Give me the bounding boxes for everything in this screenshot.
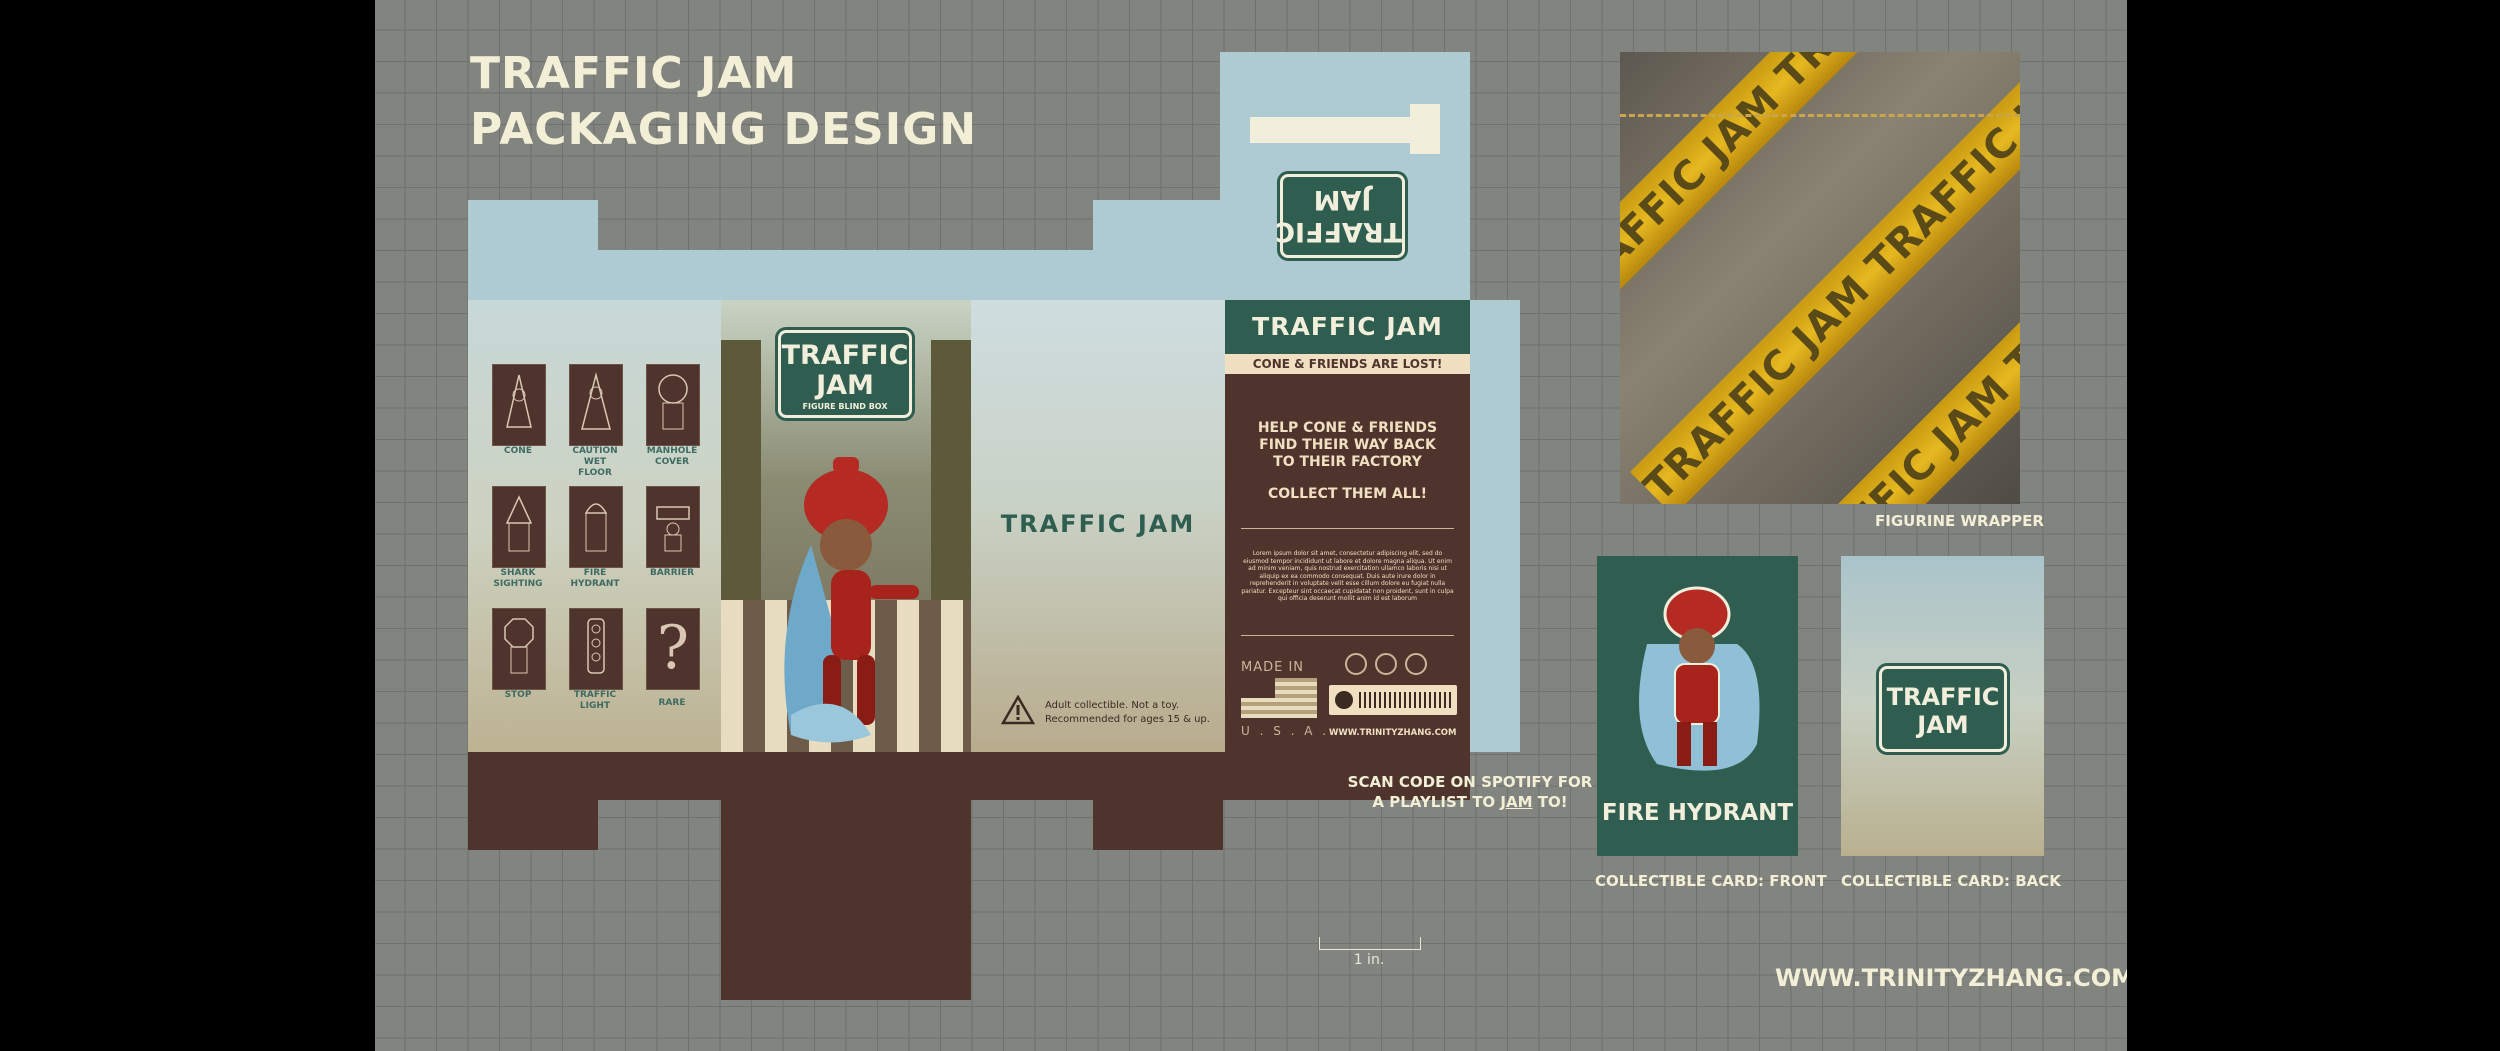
character-label-rare: RARE bbox=[658, 698, 686, 708]
wet-floor-figure-icon bbox=[581, 372, 611, 430]
stop-figure-icon bbox=[504, 618, 534, 674]
character-fire-hydrant bbox=[569, 486, 623, 568]
front-logo: TRAFFIC JAM FIGURE BLIND BOX bbox=[778, 330, 912, 418]
fire-hydrant-character-icon bbox=[784, 457, 919, 743]
wrapper-label: FIGURINE WRAPPER bbox=[1875, 512, 2044, 530]
page-title: TRAFFIC JAM PACKAGING DESIGN bbox=[470, 46, 977, 158]
character-rare: ? bbox=[646, 608, 700, 690]
bottom-flap-lid bbox=[721, 752, 971, 1000]
title-line2: PACKAGING DESIGN bbox=[470, 104, 978, 155]
usa-text: U . S . A . bbox=[1241, 724, 1330, 738]
cone-figure-icon bbox=[506, 374, 532, 428]
character-stop bbox=[492, 608, 546, 690]
lorem-text: Lorem ipsum dolor sit amet, consectetur … bbox=[1241, 550, 1454, 602]
barrier-figure-icon bbox=[656, 506, 690, 552]
site-url[interactable]: WWW.TRINITYZHANG.COM bbox=[1775, 964, 2127, 992]
front-logo-line1: TRAFFIC bbox=[781, 340, 909, 371]
help-line2: FIND THEIR WAY BACK bbox=[1259, 437, 1436, 453]
help-line3: TO THEIR FACTORY bbox=[1273, 454, 1422, 470]
top-flap-logo: TRAFFIC JAM bbox=[1275, 174, 1405, 258]
character-label-stop: STOP bbox=[504, 690, 532, 700]
character-label-cone: CONE bbox=[504, 446, 532, 456]
divider-top bbox=[1241, 528, 1454, 529]
character-cone bbox=[492, 364, 546, 446]
card-back-logo: TRAFFIC JAM bbox=[1879, 666, 2007, 752]
circle-icon-1 bbox=[1345, 653, 1367, 675]
help-line1: HELP CONE & FRIENDS bbox=[1257, 420, 1438, 436]
top-flap-mid bbox=[1093, 200, 1228, 300]
characters-panel: CONE CAUTION WET FLOOR MANHOLE COVER SHA… bbox=[468, 300, 721, 752]
character-label-caution: CAUTION WET FLOOR bbox=[572, 446, 618, 478]
circle-icon-3 bbox=[1405, 653, 1427, 675]
top-flap-logo-line2: JAM bbox=[1313, 184, 1372, 215]
side-glue-flap bbox=[1470, 300, 1520, 752]
back-help-text: HELP CONE & FRIENDS FIND THEIR WAY BACK … bbox=[1225, 420, 1470, 471]
collectible-card-back: TRAFFIC JAM bbox=[1841, 556, 2044, 856]
back-panel: TRAFFIC JAM CONE & FRIENDS ARE LOST! HEL… bbox=[1225, 300, 1470, 752]
character-label-barrier: BARRIER bbox=[649, 568, 695, 578]
hydrant-figure-icon bbox=[584, 503, 608, 552]
card-front-name: FIRE HYDRANT bbox=[1601, 800, 1794, 826]
front-logo-line2: JAM bbox=[816, 370, 874, 401]
character-manhole-cover bbox=[646, 364, 700, 446]
warning-line1: Adult collectible. Not a toy. bbox=[1045, 700, 1180, 711]
fire-hydrant-card-icon bbox=[1639, 586, 1760, 771]
figurine-wrapper: TRAFFIC JAM TRAFFIC JAM TRAFFIC JAM TRAF… bbox=[1620, 52, 2020, 504]
character-shark-sighting bbox=[492, 486, 546, 568]
back-website: WWW.TRINITYZHANG.COM bbox=[1329, 728, 1457, 738]
character-traffic-light bbox=[569, 608, 623, 690]
back-header: TRAFFIC JAM bbox=[1225, 300, 1470, 354]
spotify-note-post: TO! bbox=[1532, 793, 1568, 811]
spotify-note-line2: A PLAYLIST TO JAM TO! bbox=[1310, 792, 1630, 812]
character-caution-wet-floor bbox=[569, 364, 623, 446]
traffic-light-figure-icon bbox=[587, 618, 605, 674]
side-panel: TRAFFIC JAM Adult collectible. Not a toy… bbox=[971, 300, 1225, 752]
warning-line2: Recommended for ages 15 & up. bbox=[1045, 714, 1210, 725]
front-logo-subtitle: FIGURE BLIND BOX bbox=[802, 402, 888, 411]
spotify-note-pre: A PLAYLIST TO bbox=[1372, 793, 1501, 811]
warning-icon bbox=[1001, 695, 1035, 725]
character-label-shark: SHARK SIGHTING bbox=[493, 568, 543, 589]
shark-figure-icon bbox=[505, 495, 533, 552]
card-back-label: COLLECTIBLE CARD: BACK bbox=[1841, 872, 2061, 890]
character-barrier bbox=[646, 486, 700, 568]
side-warning: Adult collectible. Not a toy. Recommende… bbox=[1045, 699, 1210, 727]
card-back-logo-line1: TRAFFIC bbox=[1886, 683, 2000, 711]
character-label-traffic-light: TRAFFIC LIGHT bbox=[573, 690, 617, 711]
made-in-text: MADE IN bbox=[1241, 660, 1305, 675]
scale-bar bbox=[1319, 937, 1421, 950]
bottom-flap-right bbox=[1093, 752, 1223, 850]
character-label-hydrant: FIRE HYDRANT bbox=[570, 568, 620, 589]
title-line1: TRAFFIC JAM bbox=[470, 48, 798, 99]
spotify-code bbox=[1329, 685, 1457, 715]
question-mark-icon: ? bbox=[656, 613, 690, 683]
front-panel: TRAFFIC JAM FIGURE BLIND BOX bbox=[721, 300, 971, 752]
manhole-figure-icon bbox=[658, 374, 688, 430]
spotify-barcode-icon bbox=[1359, 692, 1451, 708]
lid-tab-end bbox=[1410, 104, 1440, 154]
wrapper-seam bbox=[1620, 114, 2020, 117]
top-flap-logo-line1: TRAFFIC bbox=[1275, 216, 1402, 247]
spotify-note-jam: JAM bbox=[1500, 793, 1533, 811]
spotify-note: SCAN CODE ON SPOTIFY FOR A PLAYLIST TO J… bbox=[1310, 772, 1630, 812]
collectible-card-front: FIRE HYDRANT bbox=[1597, 556, 1798, 856]
collect-text: COLLECT THEM ALL! bbox=[1268, 486, 1427, 502]
divider-bottom bbox=[1241, 635, 1454, 636]
circle-icon-2 bbox=[1375, 653, 1397, 675]
back-tagline: CONE & FRIENDS ARE LOST! bbox=[1225, 354, 1470, 374]
canvas: TRAFFIC JAM PACKAGING DESIGN TRAFFIC JAM… bbox=[375, 0, 2127, 1051]
side-brand: TRAFFIC JAM bbox=[1000, 510, 1196, 538]
card-back-logo-line2: JAM bbox=[1917, 711, 1969, 739]
us-flag-icon bbox=[1241, 678, 1317, 718]
card-front-label: COLLECTIBLE CARD: FRONT bbox=[1595, 872, 1827, 890]
top-flap-lid: TRAFFIC JAM bbox=[1220, 52, 1470, 300]
character-label-manhole: MANHOLE COVER bbox=[646, 446, 698, 467]
back-header-title: TRAFFIC JAM bbox=[1252, 312, 1443, 341]
spotify-note-line1: SCAN CODE ON SPOTIFY FOR bbox=[1347, 773, 1593, 791]
scale-label: 1 in. bbox=[1353, 952, 1385, 968]
spotify-icon bbox=[1335, 691, 1353, 709]
